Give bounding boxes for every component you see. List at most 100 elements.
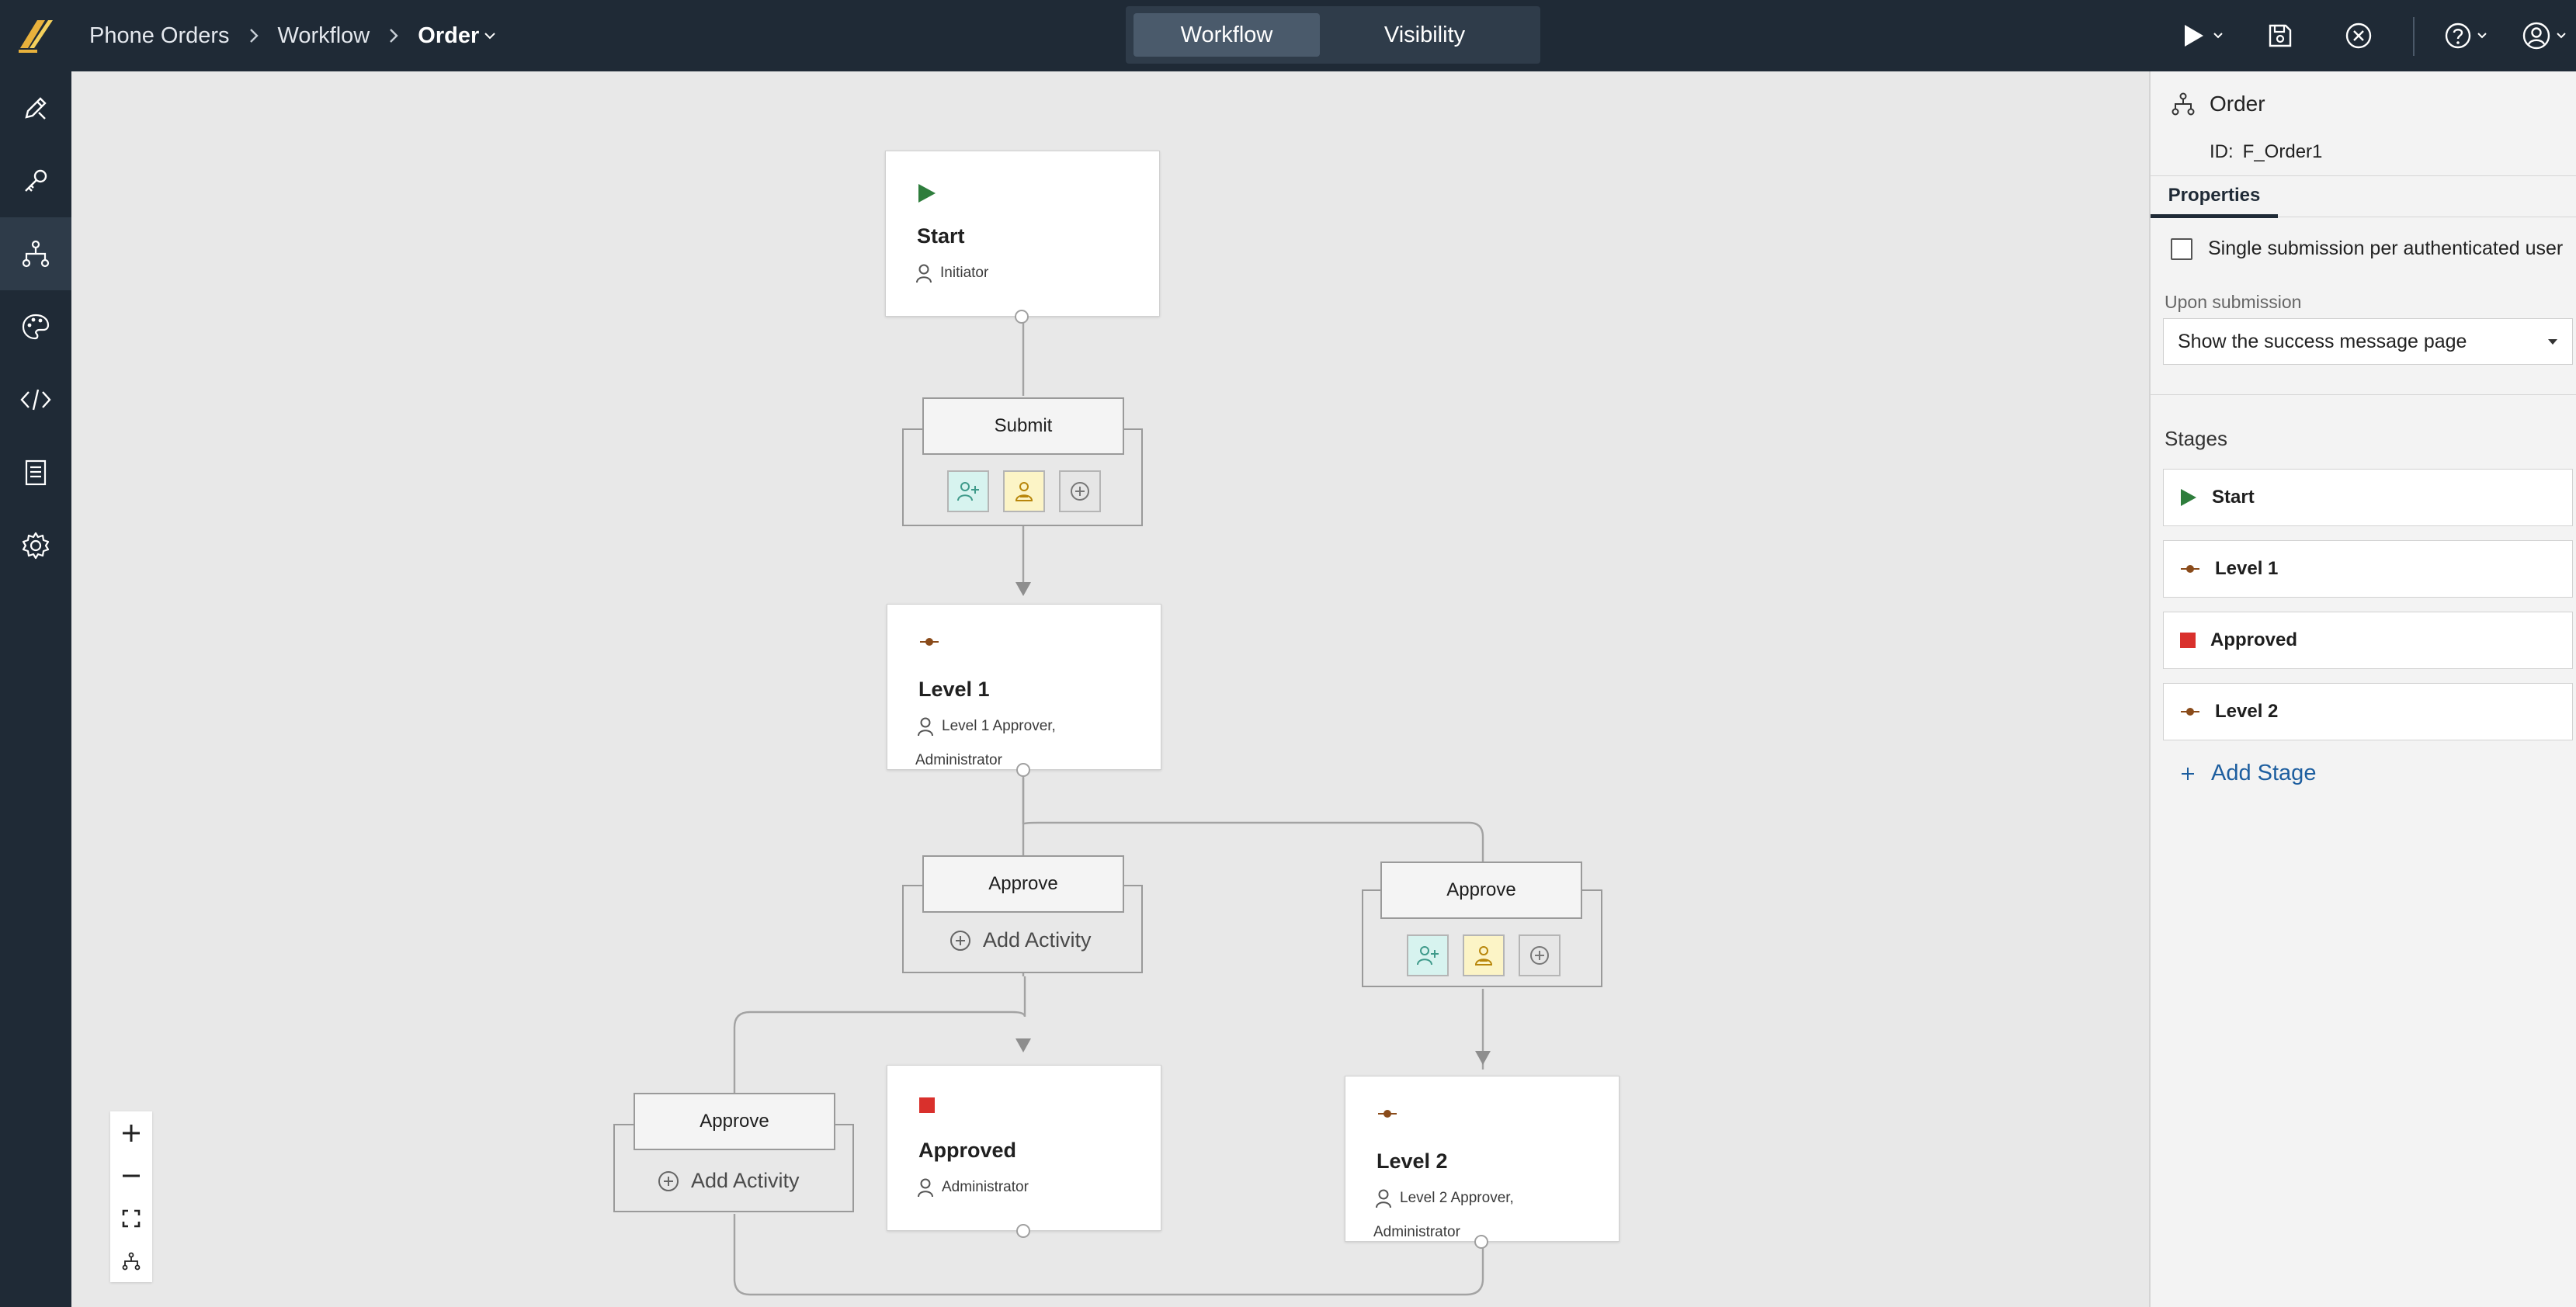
stage-list-item-level-1[interactable]: Level 1	[2163, 540, 2573, 598]
breadcrumb-current-order[interactable]: Order	[418, 23, 496, 49]
chevron-down-icon	[2477, 33, 2487, 39]
activity-label-submit[interactable]: Submit	[922, 397, 1124, 455]
add-activity-button[interactable]	[1519, 934, 1561, 976]
single-submission-checkbox[interactable]	[2171, 237, 2192, 260]
add-activity-link[interactable]: Add Activity	[949, 928, 1092, 952]
code-icon	[20, 389, 51, 411]
pencil-ruler-icon	[25, 97, 47, 120]
fit-to-screen-button[interactable]	[110, 1197, 152, 1239]
assignee-label-extra: Administrator	[1373, 1224, 1460, 1240]
stage-list-label: Approved	[2210, 629, 2298, 650]
assign-role-button[interactable]	[1463, 934, 1505, 976]
activity-buttons	[947, 470, 1101, 512]
stage-port[interactable]	[1016, 1224, 1030, 1238]
chevron-down-icon	[2213, 33, 2223, 39]
stage-list-label: Level 2	[2215, 701, 2279, 722]
upon-submission-value: Show the success message page	[2178, 330, 2467, 352]
sidebar-item-code[interactable]	[0, 363, 71, 436]
plus-circle-icon	[658, 1170, 679, 1191]
stage-port[interactable]	[1016, 763, 1030, 777]
help-menu-button[interactable]	[2444, 16, 2487, 56]
stages-heading: Stages	[2165, 427, 2227, 450]
save-button[interactable]	[2267, 16, 2293, 56]
panel-title-text: Order	[2210, 92, 2265, 116]
assign-role-button[interactable]	[1003, 470, 1045, 512]
stage-dot-icon	[918, 636, 940, 652]
sidebar-item-workflow[interactable]	[0, 217, 71, 290]
user-role-icon	[1474, 946, 1493, 966]
assignee-label-extra: Administrator	[915, 752, 1002, 768]
sidebar-item-settings[interactable]	[0, 509, 71, 582]
activity-label-approve[interactable]: Approve	[634, 1093, 835, 1150]
stage-list-item-start[interactable]: Start	[2163, 469, 2573, 526]
gear-icon	[22, 532, 50, 560]
user-icon	[918, 717, 933, 737]
data-list-icon	[25, 459, 47, 486]
top-bar: Phone Orders Workflow Order Workflow Vis…	[0, 0, 2576, 71]
stage-title: Start	[917, 224, 965, 248]
activity-label-approve[interactable]: Approve	[1380, 862, 1582, 919]
stage-list-item-approved[interactable]: Approved	[2163, 612, 2573, 669]
panel-title: Order	[2171, 92, 2265, 116]
workflow-icon	[122, 1252, 141, 1270]
user-icon	[916, 264, 932, 283]
activity-label-approve[interactable]: Approve	[922, 855, 1124, 913]
upon-submission-select[interactable]: Show the success message page	[2163, 318, 2573, 365]
stage-title: Level 2	[1377, 1149, 1448, 1173]
stage-port[interactable]	[1015, 310, 1029, 324]
close-circle-icon	[2345, 23, 2372, 49]
assignee-label: Initiator	[940, 265, 989, 281]
assignee-label: Level 1 Approver,	[942, 718, 1056, 734]
stage-card-level-2[interactable]: Level 2 Level 2 Approver, Administrator	[1345, 1076, 1620, 1249]
run-preview-button[interactable]	[2182, 16, 2224, 56]
play-icon	[917, 182, 937, 208]
stage-card-approved[interactable]: Approved Administrator	[887, 1065, 1161, 1238]
tab-workflow[interactable]: Workflow	[1134, 13, 1320, 57]
stage-list-label: Start	[2212, 487, 2255, 508]
sidebar-item-data[interactable]	[0, 436, 71, 509]
stage-assignee: Level 1 Approver,	[917, 716, 1056, 737]
palette-icon	[22, 314, 50, 340]
add-activity-label: Add Activity	[983, 928, 1092, 952]
stage-list-label: Level 1	[2215, 558, 2279, 579]
assignee-label: Level 2 Approver,	[1400, 1190, 1514, 1206]
breadcrumb-phone-orders[interactable]: Phone Orders	[89, 23, 230, 49]
chevron-right-icon	[230, 27, 278, 44]
workflow-canvas[interactable]: Start Initiator Submit Level 1 Level 1 A…	[71, 71, 2149, 1307]
add-participant-button[interactable]	[1407, 934, 1449, 976]
user-menu-button[interactable]	[2522, 16, 2567, 56]
toolbar-divider	[2413, 17, 2415, 56]
add-stage-button[interactable]: Add Stage	[2180, 761, 2316, 786]
sidebar-item-security[interactable]	[0, 144, 71, 217]
add-activity-label: Add Activity	[691, 1169, 800, 1192]
zoom-out-button[interactable]	[110, 1154, 152, 1197]
breadcrumb-current-label: Order	[418, 23, 480, 48]
workflow-icon	[2172, 92, 2195, 116]
assignee-label: Administrator	[942, 1179, 1029, 1195]
help-icon	[2445, 23, 2471, 49]
id-value: F_Order1	[2242, 141, 2323, 162]
user-circle-icon	[2522, 22, 2550, 50]
close-button[interactable]	[2345, 16, 2373, 56]
sidebar-item-design[interactable]	[0, 71, 71, 144]
stage-card-start[interactable]: Start Initiator	[885, 151, 1160, 324]
plus-icon	[2182, 767, 2194, 780]
add-activity-link[interactable]: Add Activity	[657, 1169, 800, 1193]
tab-visibility[interactable]: Visibility	[1328, 13, 1522, 57]
save-icon	[2269, 24, 2292, 47]
stage-card-level-1[interactable]: Level 1 Level 1 Approver, Administrator	[887, 604, 1161, 777]
single-submission-label: Single submission per authenticated user	[2208, 237, 2564, 259]
auto-layout-button[interactable]	[110, 1239, 152, 1282]
add-participant-button[interactable]	[947, 470, 989, 512]
breadcrumb-workflow[interactable]: Workflow	[278, 23, 370, 49]
stage-port[interactable]	[1474, 1235, 1488, 1249]
zoom-in-button[interactable]	[110, 1111, 152, 1154]
play-icon	[2185, 25, 2203, 47]
stage-list-item-level-2[interactable]: Level 2	[2163, 683, 2573, 740]
app-logo[interactable]	[14, 14, 57, 57]
sidebar-item-theme[interactable]	[0, 290, 71, 363]
add-activity-button[interactable]	[1059, 470, 1101, 512]
tab-properties[interactable]: Properties	[2151, 176, 2278, 218]
stage-dot-icon	[1377, 1108, 1398, 1124]
single-submission-option[interactable]: Single submission per authenticated user	[2171, 237, 2563, 260]
